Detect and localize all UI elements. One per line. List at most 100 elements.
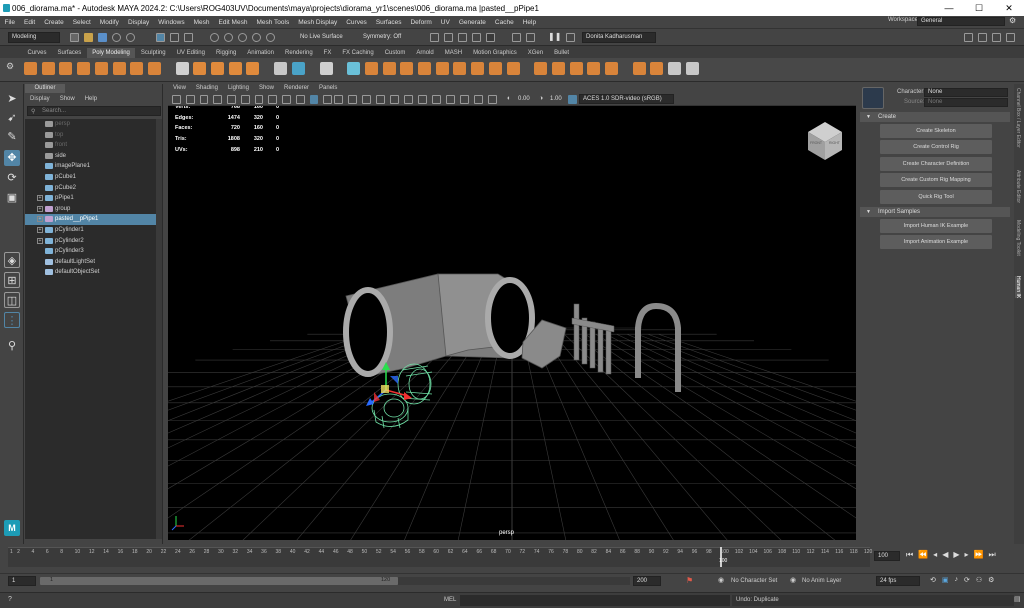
character-set-dropdown[interactable]: No Character Set: [731, 578, 777, 584]
update-icon[interactable]: ⟳: [964, 576, 970, 586]
shelf-tab-animation[interactable]: Animation: [242, 48, 280, 58]
shelf-tool-1-icon[interactable]: [24, 62, 37, 75]
workspace-dropdown[interactable]: General: [917, 17, 1005, 26]
shelf-tool-17-icon[interactable]: [347, 62, 361, 75]
isolate-select-icon[interactable]: [446, 95, 455, 104]
step-forward-key-icon[interactable]: ⏩: [974, 550, 984, 562]
step-forward-frame-icon[interactable]: ▸: [965, 550, 969, 562]
shelf-tool-16-icon[interactable]: [319, 62, 333, 75]
image-plane-icon[interactable]: [213, 95, 222, 104]
shelf-tool-13-icon[interactable]: [246, 62, 260, 75]
ghost-icon[interactable]: ⚇: [976, 576, 982, 586]
gamma-field[interactable]: 1.00: [550, 96, 562, 102]
shadows-icon[interactable]: [376, 95, 385, 104]
open-scene-icon[interactable]: [84, 33, 93, 42]
save-scene-icon[interactable]: [98, 33, 107, 42]
shelf-tool-19-icon[interactable]: [382, 62, 396, 75]
grease-pencil-icon[interactable]: [240, 95, 250, 104]
play-backwards-icon[interactable]: ◀: [942, 550, 948, 562]
hypershade-icon[interactable]: [486, 33, 495, 42]
shelf-tab-xgen[interactable]: XGen: [522, 48, 548, 58]
default-material-icon[interactable]: [334, 95, 343, 104]
time-slider[interactable]: 1 2 4 6 8 10 12 14 16 18 20 22 24 26 28 30 32 34 36 38 40 42 4…: [0, 545, 1024, 573]
shelf-tool-31-icon[interactable]: [605, 62, 618, 75]
new-scene-icon[interactable]: [70, 33, 79, 42]
sound-icon[interactable]: ♪: [955, 576, 959, 586]
animation-start-field[interactable]: 1: [8, 576, 36, 586]
fps-dropdown[interactable]: 24 fps: [876, 576, 920, 586]
shelf-tab-surfaces[interactable]: Surfaces: [52, 48, 87, 58]
source-dropdown[interactable]: None: [924, 98, 1008, 107]
select-tool-icon[interactable]: ➤: [4, 91, 20, 107]
xray-joints-icon[interactable]: [474, 95, 483, 104]
workspace-lock-icon[interactable]: ⚙: [1009, 16, 1019, 26]
shelf-tool-25-icon[interactable]: [488, 62, 502, 75]
exposure-field[interactable]: 0.00: [518, 96, 530, 102]
shelf-tool-15-icon[interactable]: [291, 62, 305, 75]
ambient-occlusion-icon[interactable]: [390, 95, 399, 104]
menu-edit-mesh[interactable]: Edit Mesh: [214, 19, 252, 26]
panel-menu-view[interactable]: View: [168, 84, 191, 93]
user-account-dropdown[interactable]: Donita Kadharusman: [582, 32, 656, 43]
create-skeleton-button[interactable]: Create Skeleton: [880, 124, 992, 138]
attribute-editor-tab[interactable]: Attribute Editor: [1015, 170, 1021, 203]
expand-toggle-icon[interactable]: +: [37, 205, 43, 212]
menu-create[interactable]: Create: [40, 19, 69, 26]
animation-end-field[interactable]: 200: [633, 576, 661, 586]
outliner-item-pcylinder2[interactable]: + pCylinder2: [25, 236, 156, 247]
resolution-gate-icon[interactable]: [282, 95, 291, 104]
import-samples-section-header[interactable]: ▼ Import Samples: [860, 207, 1010, 217]
snap-grid-icon[interactable]: [210, 33, 219, 42]
snap-point-icon[interactable]: [238, 33, 247, 42]
expand-toggle-icon[interactable]: +: [37, 227, 43, 233]
maya-home-icon[interactable]: M: [4, 520, 20, 536]
shelf-tool-35-icon[interactable]: [685, 62, 699, 75]
shelf-tab-curves[interactable]: Curves: [22, 48, 52, 58]
outliner-item-defaultobjectset[interactable]: defaultObjectSet: [25, 267, 156, 278]
close-button[interactable]: ✕: [994, 0, 1024, 16]
shelf-tool-11-icon[interactable]: [211, 62, 224, 75]
play-forwards-icon[interactable]: ▶: [953, 550, 959, 562]
gate-mask-icon[interactable]: [295, 95, 305, 104]
shelf-tool-9-icon[interactable]: [175, 62, 189, 75]
menu-mesh[interactable]: Mesh: [189, 19, 214, 26]
pipe-mesh[interactable]: [343, 273, 535, 377]
channel-box-tab[interactable]: Channel Box / Layer Editor: [1015, 88, 1021, 148]
film-gate-icon[interactable]: [268, 95, 277, 104]
outliner-item-front[interactable]: front: [25, 140, 156, 151]
rotate-tool-icon[interactable]: ⟳: [4, 170, 20, 186]
outliner-item-persp[interactable]: persp: [25, 119, 156, 130]
minimize-button[interactable]: —: [934, 0, 964, 16]
current-frame-field[interactable]: 100: [874, 551, 900, 561]
create-custom-rig-mapping-button[interactable]: Create Custom Rig Mapping: [880, 173, 992, 187]
redo-icon[interactable]: [126, 33, 135, 42]
tool-settings-toggle-icon[interactable]: [992, 33, 1001, 42]
snap-curve-icon[interactable]: [224, 33, 233, 42]
shelf-tool-10-icon[interactable]: [193, 62, 207, 75]
shelf-tab-fx[interactable]: FX: [318, 48, 337, 58]
outliner-menu-show[interactable]: Show: [55, 94, 80, 104]
bookmarks-icon[interactable]: [199, 95, 209, 104]
shelf-tool-3-icon[interactable]: [59, 62, 73, 75]
outliner-item-side[interactable]: side: [25, 151, 156, 162]
shelf-tab-rendering[interactable]: Rendering: [279, 48, 318, 58]
create-section-header[interactable]: ▼ Create: [860, 112, 1010, 122]
motion-blur-icon[interactable]: [404, 95, 413, 104]
view-transform-dropdown[interactable]: ACES 1.0 SDR-video (sRGB): [579, 94, 674, 104]
create-character-definition-button[interactable]: Create Character Definition: [880, 157, 992, 171]
current-time-indicator[interactable]: [720, 547, 722, 567]
menu-file[interactable]: File: [0, 19, 19, 26]
go-to-end-icon[interactable]: ⏭: [988, 550, 995, 562]
expand-toggle-icon[interactable]: +: [37, 195, 43, 202]
shelf-tool-29-icon[interactable]: [569, 62, 583, 75]
shelf-tool-30-icon[interactable]: [587, 62, 601, 75]
menu-generate[interactable]: Generate: [454, 19, 490, 26]
menu-uv[interactable]: UV: [436, 19, 454, 26]
lasso-tool-icon[interactable]: ➹: [4, 110, 20, 126]
panel-menu-panels[interactable]: Panels: [314, 84, 342, 93]
outliner-item-pcylinder3[interactable]: pCylinder3: [25, 246, 156, 257]
range-slider-track[interactable]: [398, 577, 630, 585]
use-all-lights-icon[interactable]: [362, 95, 371, 104]
shelf-tab-custom[interactable]: Custom: [379, 48, 411, 58]
menu-edit[interactable]: Edit: [19, 19, 39, 26]
